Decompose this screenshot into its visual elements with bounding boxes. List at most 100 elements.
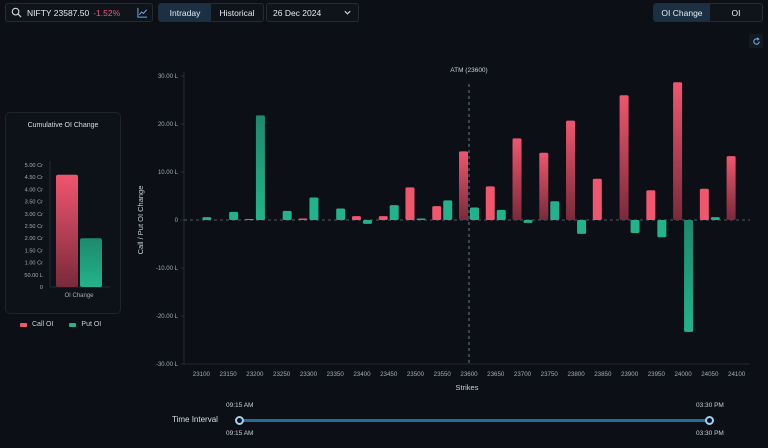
put-oi-bar [470, 207, 479, 220]
legend-call[interactable]: Call OI [20, 321, 53, 328]
put-oi-bar [496, 209, 506, 220]
call-oi-bar [378, 216, 388, 220]
cum-put-bar [80, 238, 102, 287]
x-tick-label: 23400 [353, 371, 371, 378]
x-tick-label: 24100 [728, 371, 746, 378]
x-tick-label: 23550 [434, 371, 452, 378]
cum-y-tick-label: 50.00 L [24, 273, 43, 279]
date-select[interactable]: 26 Dec 2024 [266, 3, 359, 22]
x-tick-label: 24050 [701, 371, 719, 378]
x-tick-label: 23900 [621, 371, 639, 378]
x-tick-label: 23250 [273, 371, 291, 378]
call-oi-bar [619, 95, 629, 220]
time-range-track[interactable] [240, 419, 710, 422]
cum-y-tick-label: 1.50 Cr [25, 248, 43, 254]
y-tick-label: 30.00 L [158, 74, 179, 80]
cum-x-tick-label: OI Change [64, 293, 94, 299]
call-oi-bar [673, 82, 683, 221]
cum-y-tick-label: 3.50 Cr [25, 200, 43, 206]
call-oi-bar [539, 152, 549, 220]
put-oi-bar [550, 201, 560, 220]
call-oi-bar [351, 216, 361, 220]
call-oi-bar [298, 218, 308, 220]
x-tick-label: 23750 [541, 371, 559, 378]
call-oi-bar [646, 190, 656, 220]
x-tick-label: 23850 [594, 371, 612, 378]
chevron-down-icon [344, 10, 351, 15]
x-tick-label: 23100 [193, 371, 211, 378]
legend-put-label: Put OI [81, 321, 102, 328]
put-oi-bar [255, 115, 265, 220]
cum-y-tick-label: 1.00 Cr [25, 261, 43, 267]
cum-y-tick-label: 5.00 Cr [25, 163, 43, 169]
call-oi-bar [432, 206, 442, 220]
call-oi-bar [512, 138, 522, 220]
time-end-bottom: 03:30 PM [696, 430, 724, 437]
x-tick-label: 23650 [487, 371, 505, 378]
call-oi-bar [592, 178, 602, 220]
cum-y-tick-label: 2.00 Cr [25, 236, 43, 242]
cum-y-tick-label: 3.00 Cr [25, 212, 43, 218]
chart-legend: Call OI Put OI [20, 321, 101, 328]
chart-icon[interactable] [137, 7, 148, 18]
x-tick-label: 23950 [648, 371, 666, 378]
time-end-handle[interactable] [705, 416, 714, 425]
time-start-handle[interactable] [235, 416, 244, 425]
put-oi-bar [577, 220, 587, 234]
put-oi-bar [202, 217, 212, 220]
call-oi-bar [699, 188, 709, 220]
view-toggle: OI Change OI [653, 3, 763, 22]
timeframe-toggle: Intraday Historical [158, 3, 264, 22]
put-oi-bar [710, 217, 720, 220]
put-oi-bar [657, 220, 667, 238]
x-tick-label: 23600 [460, 371, 478, 378]
x-tick-label: 23300 [300, 371, 318, 378]
call-oi-bar [459, 151, 468, 220]
time-start-top: 09:15 AM [226, 402, 254, 409]
put-oi-bar [362, 220, 372, 224]
put-oi-bar [443, 200, 453, 220]
oi-change-chart: 30.00 L 20.00 L 10.00 L 0 -10.00 L -20.00 L -3… [136, 67, 750, 392]
cum-y-tick-label: 2.50 Cr [25, 224, 43, 230]
refresh-button[interactable] [749, 34, 763, 48]
legend-call-label: Call OI [32, 321, 54, 328]
tab-oi-change[interactable]: OI Change [654, 4, 710, 21]
y-tick-label: 10.00 L [158, 170, 179, 176]
call-oi-bar [244, 219, 254, 220]
cum-y-tick-label: 4.50 Cr [25, 175, 43, 181]
call-oi-bar [566, 120, 576, 220]
put-oi-bar [684, 220, 694, 332]
time-start-bottom: 09:15 AM [226, 430, 254, 437]
x-tick-label: 23700 [514, 371, 532, 378]
x-tick-label: 23450 [380, 371, 398, 378]
x-axis-title: Strikes [456, 383, 479, 392]
x-tick-label: 23350 [327, 371, 345, 378]
refresh-icon [752, 36, 760, 45]
y-tick-label: -20.00 L [156, 314, 179, 320]
time-interval-label: Time Interval [172, 415, 218, 424]
put-oi-bar [389, 205, 399, 220]
put-oi-bar [416, 218, 426, 220]
atm-label: ATM (23600) [450, 67, 487, 74]
symbol-search-box[interactable]: NIFTY 23587.50 -1.52% [5, 3, 153, 22]
y-tick-label: -30.00 L [156, 362, 179, 368]
cum-call-bar [56, 174, 78, 287]
put-oi-bar [309, 197, 319, 220]
call-oi-bar [405, 187, 415, 220]
symbol-price: NIFTY 23587.50 [27, 7, 90, 18]
date-value: 26 Dec 2024 [273, 7, 322, 18]
search-icon [11, 7, 22, 18]
x-tick-label: 23150 [220, 371, 238, 378]
legend-put-swatch [69, 322, 77, 327]
cum-y-tick-label: 0 [40, 285, 43, 291]
tab-intraday[interactable]: Intraday [159, 4, 211, 21]
call-oi-bar [485, 186, 495, 220]
put-oi-bar [229, 211, 239, 220]
cumulative-oi-panel: Cumulative OI Change 5.00 Cr 4.50 Cr 4.00 … [5, 112, 121, 314]
x-tick-label: 24000 [674, 371, 692, 378]
put-oi-bar [282, 210, 292, 220]
legend-put[interactable]: Put OI [69, 321, 101, 328]
tab-oi[interactable]: OI [710, 4, 762, 21]
y-tick-label: 20.00 L [158, 122, 179, 128]
tab-historical[interactable]: Historical [211, 4, 263, 21]
